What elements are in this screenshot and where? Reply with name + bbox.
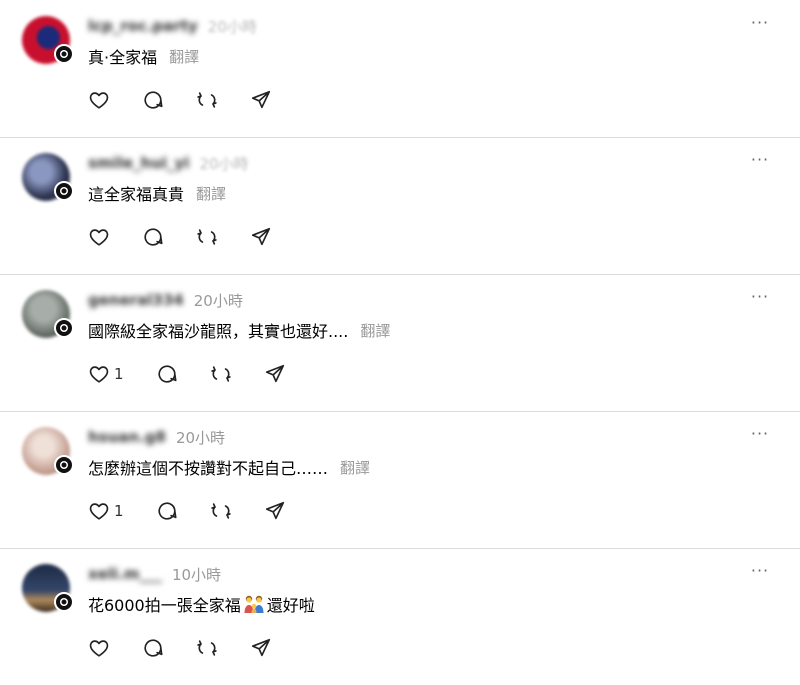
follow-badge-icon[interactable] (54, 44, 74, 64)
reply-button[interactable] (156, 500, 178, 522)
avatar[interactable] (22, 427, 74, 479)
post-text: 這全家福真貴 翻譯 (88, 181, 226, 205)
reply-button[interactable] (142, 226, 164, 248)
more-options-button[interactable]: ··· (744, 562, 776, 586)
post-body: 這全家福真貴 (88, 185, 185, 204)
username[interactable]: lcp_roc.party (88, 17, 198, 35)
action-bar (88, 223, 304, 251)
post-item: lcp_roc.party 20小時 真·全家福 翻譯 ··· (0, 0, 800, 138)
post-header: lcp_roc.party 20小時 (88, 14, 257, 38)
translate-link[interactable]: 翻譯 (340, 457, 370, 478)
repost-button[interactable] (196, 637, 218, 659)
share-icon (251, 227, 271, 246)
like-button[interactable] (88, 89, 110, 111)
post-header: xeli.m___ 10小時 (88, 562, 221, 586)
share-button[interactable] (264, 500, 286, 522)
action-bar (88, 634, 304, 662)
post-body-part-1: 花6000拍一張全家福 (88, 596, 241, 615)
repost-icon (210, 503, 231, 519)
heart-icon (89, 503, 109, 520)
family-emoji-icon (244, 595, 264, 613)
repost-icon (197, 229, 217, 245)
share-button[interactable] (264, 363, 286, 385)
like-button[interactable]: 1 (88, 363, 124, 385)
like-button[interactable]: 1 (88, 500, 124, 522)
more-options-button[interactable]: ··· (744, 288, 776, 312)
post-body: 怎麼辦這個不按讚對不起自己…… (88, 459, 329, 478)
heart-icon (89, 640, 109, 657)
heart-icon (89, 366, 109, 383)
share-button[interactable] (250, 226, 272, 248)
share-button[interactable] (250, 89, 272, 111)
avatar[interactable] (22, 564, 74, 616)
repost-button[interactable] (196, 89, 218, 111)
share-icon (251, 638, 271, 657)
repost-icon (197, 640, 217, 656)
post-body: 真·全家福 (88, 48, 158, 67)
translate-link[interactable]: 翻譯 (360, 320, 390, 341)
avatar[interactable] (22, 16, 74, 68)
like-count: 1 (114, 502, 124, 520)
comment-icon (157, 365, 177, 383)
avatar[interactable] (22, 153, 74, 205)
post-item: general334 20小時 國際級全家福沙龍照，其實也還好.... 翻譯 1… (0, 274, 800, 412)
repost-button[interactable] (210, 500, 232, 522)
post-item: smile_hui_yi 20小時 這全家福真貴 翻譯 ··· (0, 137, 800, 275)
reply-button[interactable] (142, 637, 164, 659)
share-icon (265, 501, 284, 520)
comment-icon (157, 502, 177, 520)
username[interactable]: hsuan.g8 (88, 428, 166, 446)
comment-feed: lcp_roc.party 20小時 真·全家福 翻譯 ··· smile_hu… (0, 0, 800, 674)
post-text: 花6000拍一張全家福 還好啦 (88, 592, 315, 616)
heart-icon (89, 229, 109, 246)
post-text: 真·全家福 翻譯 (88, 44, 199, 68)
timestamp: 20小時 (193, 291, 243, 310)
timestamp: 20小時 (199, 154, 249, 173)
reply-button[interactable] (156, 363, 178, 385)
more-options-button[interactable]: ··· (744, 14, 776, 38)
reply-button[interactable] (142, 89, 164, 111)
comment-icon (144, 639, 163, 657)
share-icon (265, 364, 284, 383)
avatar[interactable] (22, 290, 74, 342)
post-text: 怎麼辦這個不按讚對不起自己…… 翻譯 (88, 455, 370, 479)
username[interactable]: xeli.m___ (88, 565, 162, 583)
like-button[interactable] (88, 637, 110, 659)
action-bar: 1 (88, 497, 318, 525)
timestamp: 10小時 (171, 565, 222, 584)
heart-icon (89, 92, 109, 109)
comment-icon (144, 228, 163, 246)
action-bar: 1 (88, 360, 318, 388)
follow-badge-icon[interactable] (54, 181, 74, 201)
username[interactable]: general334 (88, 291, 184, 309)
post-item: hsuan.g8 20小時 怎麼辦這個不按讚對不起自己…… 翻譯 1 ··· (0, 411, 800, 549)
post-header: hsuan.g8 20小時 (88, 425, 225, 449)
timestamp: 20小時 (207, 17, 257, 36)
post-header: smile_hui_yi 20小時 (88, 151, 249, 175)
translate-link[interactable]: 翻譯 (196, 183, 226, 204)
action-bar (88, 86, 304, 114)
post-body: 國際級全家福沙龍照，其實也還好.... (88, 322, 349, 341)
follow-badge-icon[interactable] (54, 318, 74, 338)
follow-badge-icon[interactable] (54, 592, 74, 612)
repost-icon (210, 366, 231, 382)
more-options-button[interactable]: ··· (744, 151, 776, 175)
follow-badge-icon[interactable] (54, 455, 74, 475)
translate-link[interactable]: 翻譯 (169, 46, 199, 67)
post-header: general334 20小時 (88, 288, 243, 312)
post-text: 國際級全家福沙龍照，其實也還好.... 翻譯 (88, 318, 390, 342)
like-button[interactable] (88, 226, 110, 248)
repost-button[interactable] (196, 226, 218, 248)
like-count: 1 (114, 365, 124, 383)
timestamp: 20小時 (175, 428, 226, 447)
post-body-part-2: 還好啦 (266, 596, 315, 615)
share-icon (251, 90, 271, 109)
repost-icon (197, 92, 217, 108)
username[interactable]: smile_hui_yi (88, 154, 189, 172)
post-item: xeli.m___ 10小時 花6000拍一張全家福 還好啦 ··· (0, 548, 800, 685)
more-options-button[interactable]: ··· (744, 425, 776, 449)
comment-icon (144, 91, 163, 109)
repost-button[interactable] (210, 363, 232, 385)
share-button[interactable] (250, 637, 272, 659)
